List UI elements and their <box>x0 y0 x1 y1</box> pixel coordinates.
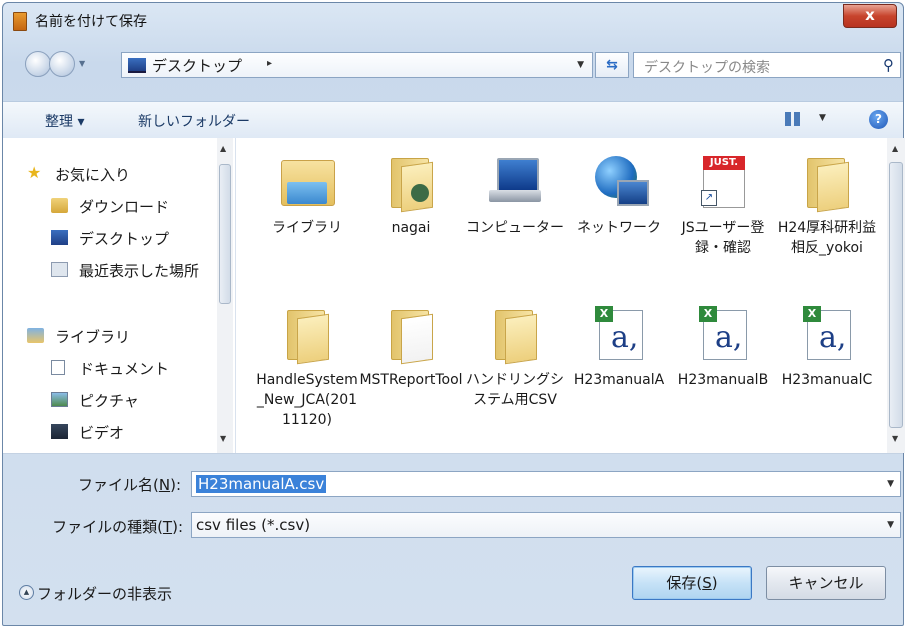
window-title: 名前を付けて保存 <box>35 14 147 30</box>
file-item[interactable]: H24厚科研利益相反_yokoi <box>775 152 879 258</box>
view-dropdown-icon[interactable]: ▼ <box>819 113 826 123</box>
filetype-value[interactable]: csv files (*.csv) <box>196 516 310 534</box>
filename-field[interactable]: H23manualA.csv ▼ <box>191 471 901 497</box>
nav-item-pictures[interactable]: ピクチャ <box>51 390 139 411</box>
address-location[interactable]: デスクトップ <box>152 55 242 76</box>
folder-icon <box>485 304 545 365</box>
toolbar: 整理 ▾ 新しいフォルダー ▼ ? <box>3 101 903 139</box>
csv-excel-icon: X a, <box>797 304 857 364</box>
star-icon: ★ <box>27 163 42 182</box>
file-item[interactable]: ネットワーク <box>567 152 671 238</box>
forward-button[interactable] <box>49 51 75 77</box>
view-options-icon[interactable] <box>785 112 801 126</box>
nav-item-videos[interactable]: ビデオ <box>51 422 124 443</box>
folder-icon <box>381 304 441 365</box>
nav-item-downloads[interactable]: ダウンロード <box>51 196 169 217</box>
network-icon <box>589 152 649 212</box>
help-icon[interactable]: ? <box>869 110 888 129</box>
file-item[interactable]: ハンドリングシステム用CSV <box>463 304 567 410</box>
nav-scrollbar[interactable]: ▲ ▼ <box>217 138 233 453</box>
search-icon[interactable]: ⚲ <box>883 56 894 74</box>
computer-icon <box>485 152 545 212</box>
file-item[interactable]: MSTReportTool <box>359 304 463 390</box>
refresh-icon: ⇆ <box>606 57 618 73</box>
recent-places-icon <box>51 262 68 277</box>
app-icon <box>13 12 27 31</box>
filetype-select[interactable]: csv files (*.csv) ▼ <box>191 512 901 538</box>
new-folder-button[interactable]: 新しいフォルダー <box>138 111 250 131</box>
chevron-down-icon[interactable]: ▼ <box>577 60 584 70</box>
file-item[interactable]: コンピューター <box>463 152 567 238</box>
search-box[interactable]: デスクトップの検索 ⚲ <box>633 52 901 78</box>
back-button[interactable] <box>25 51 51 77</box>
scroll-down-icon[interactable]: ▼ <box>892 434 898 443</box>
just-shortcut-icon: JUST. ↗ <box>693 152 753 212</box>
save-as-dialog: 名前を付けて保存 x ▼ デスクトップ ▸ ▼ ⇆ デスクトップの検索 ⚲ 整理… <box>2 2 905 626</box>
desktop-icon <box>51 230 68 245</box>
file-list-scrollbar[interactable]: ▲ ▼ <box>887 138 905 453</box>
file-list-scroll-thumb[interactable] <box>889 162 903 428</box>
csv-excel-icon: X a, <box>589 304 649 364</box>
scroll-up-icon[interactable]: ▲ <box>892 144 898 153</box>
documents-icon <box>51 360 65 375</box>
nav-item-recent-places[interactable]: 最近表示した場所 <box>51 260 199 281</box>
content-area: ★ お気に入り ダウンロード デスクトップ 最近表示した場所 ライブラリ ドキュ… <box>3 138 905 454</box>
refresh-button[interactable]: ⇆ <box>595 52 629 78</box>
hide-folders-toggle[interactable]: ▲ フォルダーの非表示 <box>19 583 172 604</box>
filename-label: ファイル名(N): <box>78 476 181 494</box>
folder-icon <box>797 152 857 213</box>
nav-scroll-thumb[interactable] <box>219 164 231 304</box>
file-item[interactable]: X a, H23manualA <box>567 304 671 390</box>
filename-input[interactable]: H23manualA.csv <box>196 475 327 493</box>
chevron-down-icon[interactable]: ▼ <box>887 479 894 489</box>
csv-excel-icon: X a, <box>693 304 753 364</box>
nav-item-libraries[interactable]: ライブラリ <box>27 326 130 347</box>
libraries-folder-icon <box>277 152 337 212</box>
file-list: ライブラリ nagai コンピューター ネットワーク JUST. ↗ JSユーザ… <box>237 138 887 453</box>
nav-item-desktop[interactable]: デスクトップ <box>51 228 169 249</box>
downloads-icon <box>51 198 68 213</box>
organize-button[interactable]: 整理 ▾ <box>45 111 84 131</box>
save-button[interactable]: 保存(S) <box>632 566 752 600</box>
file-item[interactable]: JUST. ↗ JSユーザー登録・確認 <box>671 152 775 258</box>
address-bar[interactable]: デスクトップ ▸ ▼ <box>121 52 593 78</box>
title-bar[interactable]: 名前を付けて保存 x <box>3 3 903 37</box>
file-item[interactable]: X a, H23manualC <box>775 304 879 390</box>
videos-icon <box>51 424 68 439</box>
chevron-up-icon: ▲ <box>19 585 34 600</box>
file-item[interactable]: nagai <box>359 152 463 238</box>
search-input[interactable]: デスクトップの検索 <box>644 57 770 77</box>
navigation-pane: ★ お気に入り ダウンロード デスクトップ 最近表示した場所 ライブラリ ドキュ… <box>3 138 236 453</box>
nav-item-documents[interactable]: ドキュメント <box>51 358 169 379</box>
cancel-button[interactable]: キャンセル <box>766 566 886 600</box>
chevron-down-icon[interactable]: ▼ <box>887 520 894 530</box>
file-item[interactable]: ライブラリ <box>255 152 359 238</box>
desktop-icon <box>128 58 146 73</box>
close-button[interactable]: x <box>843 4 897 28</box>
scroll-down-icon[interactable]: ▼ <box>220 434 226 443</box>
scroll-up-icon[interactable]: ▲ <box>220 144 226 153</box>
pictures-icon <box>51 392 68 407</box>
recent-pages-dropdown-icon[interactable]: ▼ <box>79 59 85 68</box>
library-icon <box>27 328 44 343</box>
filetype-label: ファイルの種類(T): <box>52 518 183 536</box>
chevron-right-icon[interactable]: ▸ <box>267 58 272 69</box>
file-item[interactable]: HandleSystem_New_JCA(20111120) <box>255 304 359 450</box>
folder-icon <box>277 304 337 365</box>
user-folder-icon <box>381 152 441 213</box>
nav-item-favorites[interactable]: ★ お気に入り <box>27 163 130 185</box>
file-item[interactable]: X a, H23manualB <box>671 304 775 390</box>
